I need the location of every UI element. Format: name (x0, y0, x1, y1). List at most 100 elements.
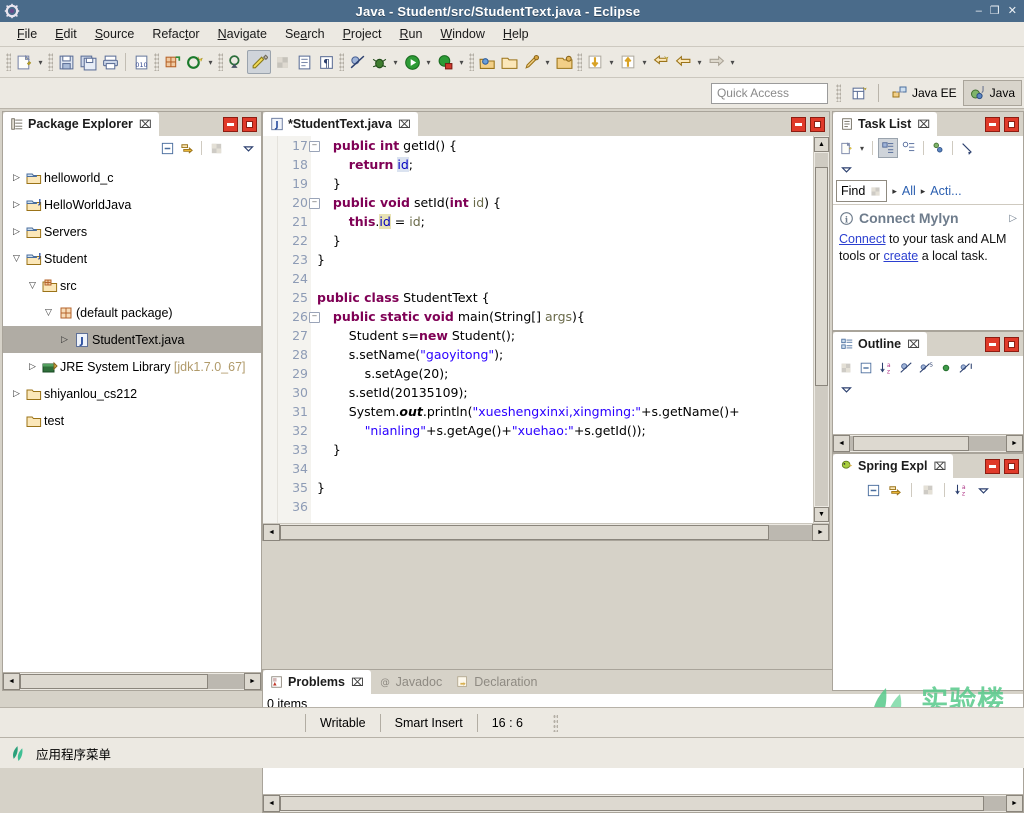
run-icon[interactable] (401, 51, 423, 73)
code-line[interactable]: } (317, 478, 813, 497)
new-wizard-dropdown-icon[interactable]: ▾ (35, 51, 46, 73)
view-menu-filter-icon[interactable] (207, 139, 225, 157)
editor-hscroll-thumb[interactable] (280, 524, 770, 540)
restore-button[interactable]: ❐ (990, 5, 1000, 17)
tab-spring-explorer[interactable]: Spring Expl ⌧ (833, 454, 954, 478)
tree-item-student[interactable]: ▽ J Student (3, 245, 261, 272)
code-line[interactable]: } (317, 250, 813, 269)
scroll-left-button[interactable]: ◄ (3, 673, 20, 690)
open-folder-icon[interactable] (498, 51, 520, 73)
new-wizard-icon[interactable] (13, 51, 35, 73)
status-drag-handle[interactable] (552, 714, 558, 732)
quick-access-drag-handle[interactable] (835, 84, 841, 102)
view-menu-icon[interactable] (837, 380, 855, 398)
minimize-spring-button[interactable] (985, 458, 1000, 474)
menu-help[interactable]: Help (494, 25, 538, 43)
code-line[interactable]: public int getId() { (317, 136, 813, 155)
close-icon[interactable]: ⌧ (907, 338, 920, 351)
run-external-icon[interactable] (434, 51, 456, 73)
forward-dropdown-icon[interactable]: ▾ (727, 51, 738, 73)
new-task-dropdown-icon[interactable]: ▾ (857, 139, 867, 157)
sort-icon[interactable]: az (877, 359, 895, 377)
collapse-all-icon[interactable] (158, 139, 176, 157)
back-icon[interactable] (672, 51, 694, 73)
vscroll-track[interactable] (815, 153, 828, 506)
next-annotation-icon[interactable] (584, 51, 606, 73)
hscroll-track[interactable] (20, 674, 244, 689)
code-line[interactable] (317, 497, 813, 516)
editor-scroll-left-button[interactable]: ◄ (263, 523, 280, 541)
code-line[interactable]: "nianling"+s.getAge()+"xuehao:"+s.getId(… (317, 421, 813, 440)
deactivate-task-icon[interactable] (553, 51, 575, 73)
menu-edit[interactable]: Edit (46, 25, 86, 43)
fold-marker[interactable] (263, 136, 277, 155)
new-task-icon[interactable] (837, 139, 855, 157)
view-menu-icon[interactable] (239, 139, 257, 157)
collapse-all-icon[interactable] (857, 359, 875, 377)
minimize-button[interactable]: – (976, 5, 982, 17)
save-icon[interactable] (55, 51, 77, 73)
twisty-collapsed-icon[interactable]: ▷ (25, 361, 40, 372)
new-java-class-dropdown-icon[interactable]: ▾ (205, 51, 216, 73)
filter-active-link[interactable]: Acti... (930, 184, 961, 198)
scroll-right-button[interactable]: ► (244, 673, 261, 690)
code-line[interactable]: } (317, 440, 813, 459)
twisty-expanded-icon[interactable]: ▽ (41, 307, 56, 318)
activate-task-dropdown-icon[interactable]: ▾ (542, 51, 553, 73)
outline-scroll-right-button[interactable]: ► (1006, 435, 1023, 452)
perspective-java[interactable]: J Java (962, 80, 1022, 106)
quick-access-input[interactable]: Quick Access (710, 82, 828, 104)
toolbar-drag-handle[interactable] (6, 53, 11, 71)
print-icon[interactable] (99, 51, 121, 73)
code-line[interactable]: System.out.println("xueshengxinxi,xingmi… (317, 402, 813, 421)
problems-scroll-right-button[interactable]: ► (1006, 795, 1023, 812)
code-line[interactable]: s.setName("gaoyitong"); (317, 345, 813, 364)
hide-nonpublic-icon[interactable] (937, 359, 955, 377)
toggle-block-icon[interactable] (293, 51, 315, 73)
spring-explorer-content[interactable] (833, 502, 1023, 690)
new-java-package-icon[interactable] (161, 51, 183, 73)
code-line[interactable]: public static void main(String[] args){ (317, 307, 813, 326)
scroll-up-button[interactable]: ▲ (814, 137, 829, 152)
focus-on-active-task-icon[interactable] (837, 359, 855, 377)
package-explorer-tree[interactable]: ▷ helloworld_c ▷ J HelloWorldJava ▷ Servers ▽ J S… (3, 160, 261, 672)
filter-icon[interactable] (919, 481, 937, 499)
editor-vscrollbar[interactable]: ▲ ▼ (813, 136, 829, 523)
outline-hscroll-track[interactable] (850, 436, 1006, 451)
hide-local-types-icon[interactable] (957, 359, 975, 377)
debug-dropdown-icon[interactable]: ▾ (390, 51, 401, 73)
menu-refactor[interactable]: Refactor (143, 25, 208, 43)
applications-menu-icon[interactable] (10, 745, 27, 762)
create-link[interactable]: create (883, 249, 918, 263)
tab-studenttext-java[interactable]: J *StudentText.java ⌧ (263, 112, 418, 136)
tree-item-helloworldjava[interactable]: ▷ J HelloWorldJava (3, 191, 261, 218)
categorized-presentation-icon[interactable] (878, 138, 898, 158)
task-find-input[interactable]: Find (836, 180, 888, 202)
problems-hscrollbar[interactable]: ◄ ► (263, 794, 1023, 812)
edit-highlight-icon[interactable] (247, 50, 271, 74)
link-with-editor-icon[interactable] (886, 481, 904, 499)
run-dropdown-icon[interactable]: ▾ (423, 51, 434, 73)
tab-declaration[interactable]: Declaration (449, 670, 544, 694)
next-annotation-dropdown-icon[interactable]: ▾ (606, 51, 617, 73)
applications-menu-label[interactable]: 应用程序菜单 (36, 744, 111, 763)
menu-file[interactable]: File (8, 25, 46, 43)
tab-task-list[interactable]: Task List ⌧ (833, 112, 937, 136)
tab-outline[interactable]: Outline ⌧ (833, 332, 927, 356)
close-icon[interactable]: ⌧ (398, 118, 411, 131)
twisty-collapsed-icon[interactable]: ▷ (9, 226, 24, 237)
connect-link[interactable]: Connect (839, 232, 886, 246)
minimize-view-button[interactable] (223, 116, 238, 132)
maximize-tasklist-button[interactable] (1004, 116, 1019, 132)
code-line[interactable]: Student s=new Student(); (317, 326, 813, 345)
menu-project[interactable]: Project (334, 25, 391, 43)
code-line[interactable]: } (317, 174, 813, 193)
maximize-spring-button[interactable] (1004, 458, 1019, 474)
synchronize-changed-icon[interactable] (929, 139, 947, 157)
minimize-editor-button[interactable] (791, 116, 806, 132)
open-type-icon[interactable] (225, 51, 247, 73)
tab-package-explorer[interactable]: Package Explorer ⌧ (3, 112, 159, 136)
twisty-expanded-icon[interactable]: ▽ (9, 253, 24, 264)
forward-icon[interactable] (705, 51, 727, 73)
outline-hscroll-thumb[interactable] (853, 436, 969, 451)
